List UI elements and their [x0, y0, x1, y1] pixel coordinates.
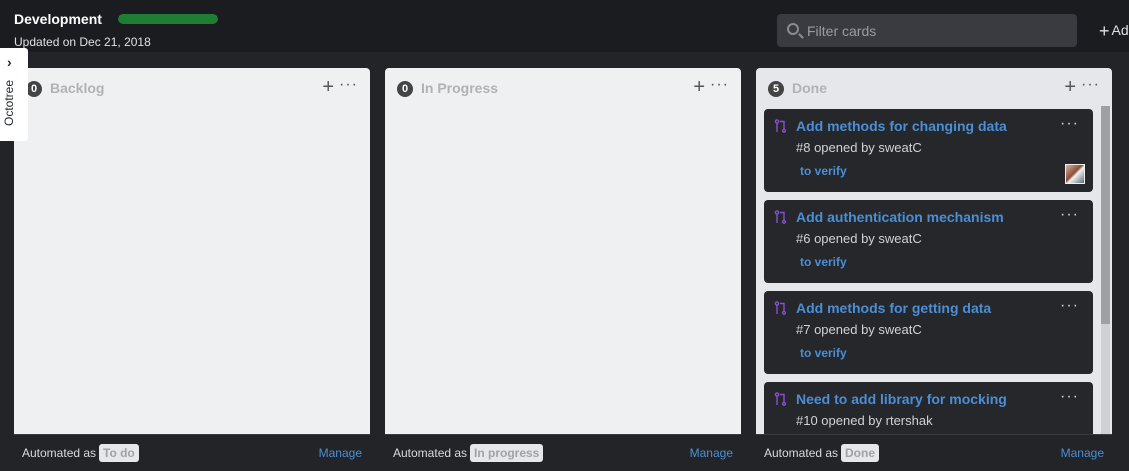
- project-card[interactable]: Add methods for changing data #8 opened …: [764, 109, 1093, 192]
- automation-label: Automated as: [764, 446, 839, 460]
- column-in-progress: 0 In Progress + ··· Automated as In prog…: [385, 68, 741, 468]
- card-title-link[interactable]: Need to add library for mocking: [796, 391, 1007, 407]
- add-card-icon[interactable]: +: [322, 76, 334, 99]
- manage-link[interactable]: Manage: [319, 446, 362, 460]
- pull-request-icon: [774, 119, 787, 133]
- manage-link[interactable]: Manage: [1061, 446, 1104, 460]
- automation-tag: To do: [99, 444, 139, 462]
- card-title-link[interactable]: Add methods for getting data: [796, 300, 991, 316]
- pull-request-icon: [774, 301, 787, 315]
- card-meta: #8 opened by sweatC: [796, 140, 922, 155]
- chevron-right-icon: ›: [7, 54, 12, 70]
- pull-request-icon: [774, 210, 787, 224]
- column-footer: Automated as To do Manage: [14, 434, 370, 468]
- search-icon: [787, 23, 799, 35]
- card-count-badge: 5: [768, 81, 784, 97]
- column-body: 0 In Progress + ···: [385, 68, 741, 434]
- scrollbar-thumb[interactable]: [1101, 106, 1110, 324]
- card-label-badge[interactable]: to verify: [800, 255, 847, 269]
- column-footer: Automated as Done Manage: [756, 434, 1112, 468]
- progress-fill: [118, 14, 218, 24]
- project-header: Development Updated on Dec 21, 2018 +Ad: [0, 0, 1129, 52]
- card-count-badge: 0: [26, 81, 42, 97]
- card-title-link[interactable]: Add methods for changing data: [796, 118, 1007, 134]
- add-card-icon[interactable]: +: [693, 76, 705, 99]
- column-scrollbar[interactable]: [1101, 106, 1110, 434]
- card-label-badge[interactable]: to verify: [800, 164, 847, 178]
- column-header: 0 Backlog + ···: [14, 68, 370, 106]
- card-title-link[interactable]: Add authentication mechanism: [796, 209, 1004, 225]
- column-header: 0 In Progress + ···: [385, 68, 741, 106]
- project-card[interactable]: Add authentication mechanism #6 opened b…: [764, 200, 1093, 283]
- more-options-icon[interactable]: ···: [710, 76, 729, 94]
- card-count-badge: 0: [397, 81, 413, 97]
- column-body: 0 Backlog + ···: [14, 68, 370, 434]
- add-cards-label: Ad: [1111, 22, 1129, 38]
- project-card[interactable]: Need to add library for mocking #10 open…: [764, 382, 1093, 434]
- column-footer: Automated as In progress Manage: [385, 434, 741, 468]
- project-card[interactable]: Add methods for getting data #7 opened b…: [764, 291, 1093, 374]
- more-options-icon[interactable]: ···: [339, 76, 358, 94]
- add-card-icon[interactable]: +: [1064, 76, 1076, 99]
- card-more-icon[interactable]: ···: [1060, 297, 1079, 315]
- card-meta: #7 opened by sweatC: [796, 322, 922, 337]
- card-meta: #6 opened by sweatC: [796, 231, 922, 246]
- automation-label: Automated as: [393, 446, 468, 460]
- manage-link[interactable]: Manage: [690, 446, 733, 460]
- filter-cards-input[interactable]: [807, 14, 1067, 47]
- octotree-toggle[interactable]: › Octotree: [0, 48, 28, 141]
- automation-tag: In progress: [470, 444, 544, 462]
- column-backlog: 0 Backlog + ··· Automated as To do Manag…: [14, 68, 370, 468]
- card-more-icon[interactable]: ···: [1060, 115, 1079, 133]
- project-progress-bar: [118, 14, 218, 24]
- column-body: 5 Done + ··· Add methods for changing da…: [756, 68, 1112, 434]
- column-title[interactable]: Backlog: [50, 80, 104, 96]
- octotree-label: Octotree: [2, 79, 16, 126]
- card-more-icon[interactable]: ···: [1060, 388, 1079, 406]
- filter-box[interactable]: [777, 14, 1077, 47]
- pull-request-icon: [774, 392, 787, 406]
- add-cards-button[interactable]: + Ad: [1099, 21, 1129, 42]
- column-title[interactable]: Done: [792, 80, 827, 96]
- automation-tag: Done: [841, 444, 879, 462]
- column-title[interactable]: In Progress: [421, 80, 498, 96]
- updated-timestamp: Updated on Dec 21, 2018: [14, 35, 151, 49]
- more-options-icon[interactable]: ···: [1081, 76, 1100, 94]
- plus-icon: +: [1099, 21, 1110, 41]
- automation-label: Automated as: [22, 446, 97, 460]
- card-meta: #10 opened by rtershak: [796, 413, 933, 428]
- board-title[interactable]: Development: [14, 11, 102, 27]
- column-header: 5 Done + ···: [756, 68, 1112, 106]
- card-label-badge[interactable]: to verify: [800, 346, 847, 360]
- column-done: 5 Done + ··· Add methods for changing da…: [756, 68, 1112, 468]
- avatar[interactable]: [1065, 164, 1085, 184]
- card-more-icon[interactable]: ···: [1060, 206, 1079, 224]
